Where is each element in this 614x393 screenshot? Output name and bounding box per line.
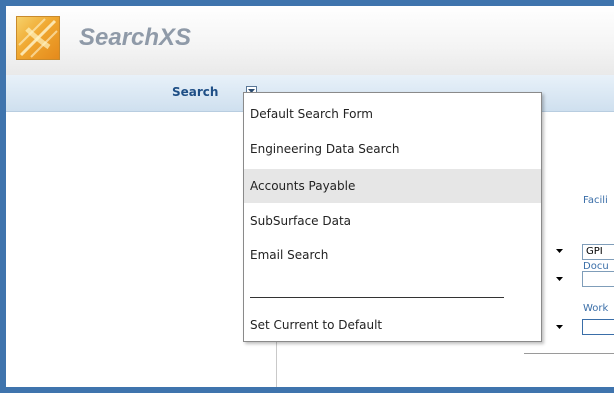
combo-dropdown-icon[interactable]	[554, 271, 566, 287]
app-header: SearchXS	[6, 6, 614, 76]
form-divider	[524, 353, 614, 354]
combo-dropdown-icon[interactable]	[554, 319, 566, 335]
search-dropdown-menu: Default Search Form Engineering Data Sea…	[243, 92, 542, 342]
menu-item-set-current-to-default[interactable]: Set Current to Default	[244, 308, 541, 342]
menu-item-accounts-payable[interactable]: Accounts Payable	[244, 169, 541, 203]
menu-item-default-search-form[interactable]: Default Search Form	[244, 97, 541, 131]
work-label: Work	[583, 303, 609, 314]
document-field[interactable]	[582, 271, 614, 287]
facility-label: Facili	[583, 195, 608, 206]
menu-item-subsurface-data[interactable]: SubSurface Data	[244, 204, 541, 238]
menu-item-email-search[interactable]: Email Search	[244, 238, 541, 272]
work-field[interactable]	[582, 319, 614, 335]
combo-dropdown-icon[interactable]	[554, 243, 566, 259]
app-logo	[16, 16, 60, 60]
app-title: SearchXS	[79, 24, 192, 51]
menu-separator	[250, 297, 504, 298]
facility-field[interactable]: GPI	[582, 244, 614, 260]
search-nav-link[interactable]: Search	[172, 85, 218, 99]
menu-item-engineering-data-search[interactable]: Engineering Data Search	[244, 132, 541, 166]
